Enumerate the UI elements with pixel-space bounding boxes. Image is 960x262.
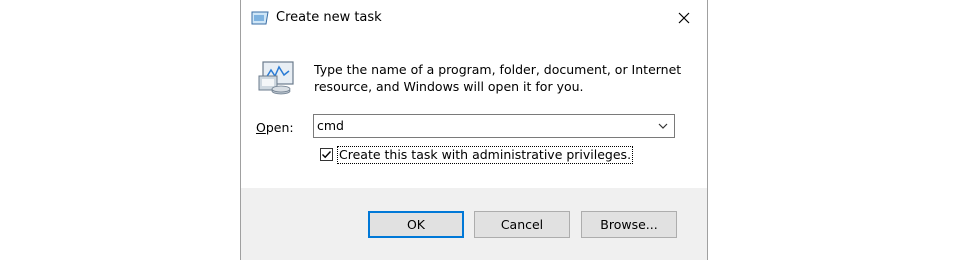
create-new-task-dialog: Create new task Type the name of a progr… — [240, 0, 708, 260]
admin-checkbox-label[interactable]: Create this task with administrative pri… — [337, 146, 634, 164]
ok-button[interactable]: OK — [368, 211, 464, 238]
open-label-rest: pen: — [265, 120, 294, 135]
dialog-content: Type the name of a program, folder, docu… — [241, 36, 707, 188]
close-button[interactable] — [661, 0, 707, 36]
dialog-footer: OK Cancel Browse... — [241, 188, 707, 260]
browse-button[interactable]: Browse... — [581, 211, 677, 238]
dialog-description: Type the name of a program, folder, docu… — [314, 62, 682, 94]
close-icon — [678, 12, 690, 24]
chevron-down-icon[interactable] — [656, 119, 670, 133]
dialog-title: Create new task — [276, 10, 382, 25]
cancel-button[interactable]: Cancel — [474, 211, 570, 238]
admin-checkbox[interactable] — [320, 148, 333, 161]
title-bar: Create new task — [241, 0, 707, 36]
open-label: Open: — [256, 120, 294, 135]
checkmark-icon — [322, 151, 332, 159]
open-input[interactable]: cmd — [317, 118, 344, 133]
run-icon — [251, 11, 269, 25]
open-combobox[interactable]: cmd — [313, 114, 675, 138]
task-manager-icon — [258, 61, 294, 95]
